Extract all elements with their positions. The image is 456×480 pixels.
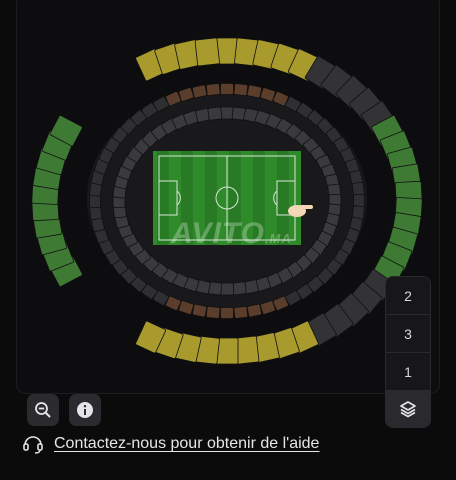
- seat-section[interactable]: [191, 84, 208, 99]
- seat-section[interactable]: [205, 83, 221, 97]
- help-row: Contactez-nous pour obtenir de l'aide: [22, 432, 319, 456]
- seat-section[interactable]: [205, 305, 221, 319]
- info-button[interactable]: [69, 394, 101, 426]
- watermark-brand: AVITO: [171, 217, 265, 250]
- seat-section[interactable]: [220, 106, 234, 120]
- stadium-seating-chart[interactable]: [16, 1, 440, 394]
- zoom-out-button[interactable]: [27, 394, 59, 426]
- level-1-button[interactable]: 1: [386, 353, 430, 391]
- seat-section[interactable]: [246, 84, 263, 99]
- info-icon: [77, 402, 93, 418]
- seat-section[interactable]: [233, 83, 249, 97]
- seat-section[interactable]: [233, 305, 249, 319]
- seat-section[interactable]: [220, 307, 234, 319]
- seat-section[interactable]: [194, 37, 220, 67]
- watermark-suffix: .MA: [264, 231, 292, 246]
- headset-icon: [23, 436, 43, 454]
- watermark: AVITO.MA: [171, 217, 292, 251]
- seat-section[interactable]: [220, 83, 234, 95]
- level-3-button[interactable]: 3: [386, 315, 430, 353]
- level-selector: 2 3 1: [385, 276, 431, 428]
- seat-section[interactable]: [191, 303, 208, 318]
- seat-section[interactable]: [231, 281, 247, 296]
- layers-icon: [400, 401, 416, 418]
- contact-help-link[interactable]: Contactez-nous pour obtenir de l'aide: [54, 435, 319, 453]
- zoom-out-icon: [35, 402, 51, 418]
- stadium-map[interactable]: AVITO.MA: [16, 0, 440, 394]
- seat-section[interactable]: [220, 282, 234, 296]
- seat-section[interactable]: [246, 303, 263, 318]
- level-2-button[interactable]: 2: [386, 277, 430, 315]
- layers-toggle-button[interactable]: [386, 391, 430, 427]
- seat-section[interactable]: [207, 106, 223, 121]
